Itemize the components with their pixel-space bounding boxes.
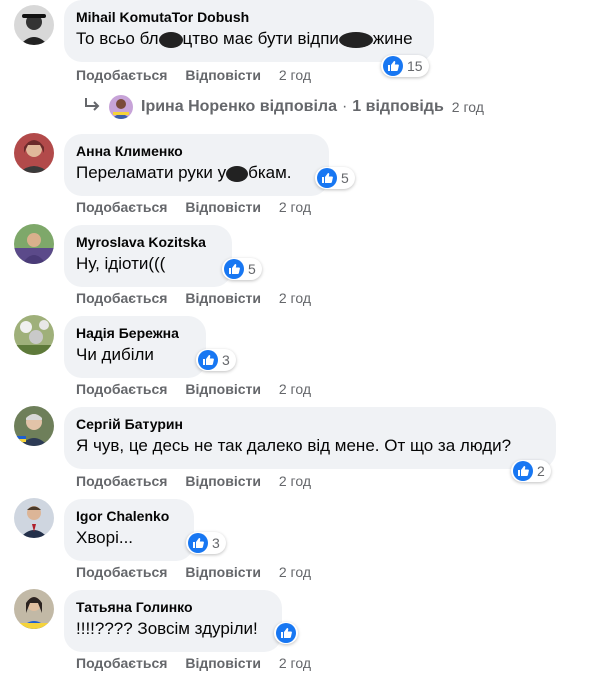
reaction-count-value: 15 bbox=[407, 58, 423, 74]
like-button[interactable]: Подобається bbox=[76, 381, 167, 397]
comment-actions: Подобається Відповісти 2 год bbox=[76, 655, 325, 671]
avatar[interactable] bbox=[14, 498, 54, 538]
like-reaction-icon bbox=[276, 623, 296, 643]
reply-button[interactable]: Відповісти bbox=[185, 199, 261, 215]
timestamp[interactable]: 2 год bbox=[279, 199, 311, 215]
redaction-mark bbox=[338, 31, 373, 48]
comment-bubble: Сергій Батурин Я чув, це десь не так дал… bbox=[64, 407, 556, 469]
comment-text: То всьо бл цтво має бути відпи жине bbox=[76, 28, 422, 50]
comment-bubble: Анна Клименко Переламати руки у бкам. bbox=[64, 134, 329, 196]
timestamp: 2 год bbox=[451, 99, 484, 115]
like-button[interactable]: Подобається bbox=[76, 564, 167, 580]
reply-button[interactable]: Відповісти bbox=[185, 473, 261, 489]
like-button[interactable]: Подобається bbox=[76, 199, 167, 215]
comment-bubble: Татьяна Голинко !!!!???? Зовсім здуріли! bbox=[64, 590, 282, 652]
reply-button[interactable]: Відповісти bbox=[185, 655, 261, 671]
reply-author: Ірина Норенко відповіла bbox=[141, 98, 337, 115]
comment-text: Переламати руки у бкам. bbox=[76, 162, 317, 184]
reaction-count[interactable]: 3 bbox=[196, 349, 236, 371]
comment-author[interactable]: Сергій Батурин bbox=[76, 415, 544, 433]
separator: · bbox=[341, 98, 348, 115]
avatar[interactable] bbox=[14, 315, 54, 355]
comment-text: !!!!???? Зовсім здуріли! bbox=[76, 619, 258, 638]
comment-bubble: Mihail KomutaTor Dobush То всьо бл цтво м… bbox=[64, 0, 434, 62]
reaction-count[interactable]: 5 bbox=[315, 167, 355, 189]
comment-text-part: бкам. bbox=[248, 163, 292, 182]
reaction-count-value: 2 bbox=[537, 463, 545, 479]
comment-actions: Подобається Відповісти 2 год bbox=[76, 381, 325, 397]
avatar bbox=[109, 95, 133, 119]
timestamp[interactable]: 2 год bbox=[279, 290, 311, 306]
reply-count: 1 відповідь bbox=[352, 98, 444, 115]
like-button[interactable]: Подобається bbox=[76, 655, 167, 671]
comment-actions: Подобається Відповісти 2 год bbox=[76, 67, 325, 83]
comment-actions: Подобається Відповісти 2 год bbox=[76, 564, 325, 580]
reply-thread-link[interactable]: Ірина Норенко відповіла · 1 відповідь 2 … bbox=[83, 95, 484, 119]
timestamp[interactable]: 2 год bbox=[279, 655, 311, 671]
like-reaction-icon bbox=[224, 259, 244, 279]
comment-text: Ну, ідіоти((( bbox=[76, 254, 166, 273]
comment-text-part: цтво має бути відпи bbox=[182, 29, 339, 48]
redaction-mark bbox=[226, 165, 249, 182]
reply-button[interactable]: Відповісти bbox=[185, 381, 261, 397]
like-reaction-icon bbox=[198, 350, 218, 370]
reaction-count[interactable] bbox=[274, 622, 298, 644]
reaction-count-value: 5 bbox=[248, 261, 256, 277]
comment-text-part: То всьо бл bbox=[76, 29, 159, 48]
comment-actions: Подобається Відповісти 2 год bbox=[76, 290, 325, 306]
reaction-count[interactable]: 5 bbox=[222, 258, 262, 280]
comment-text-part: Переламати руки у bbox=[76, 163, 227, 182]
comment-text: Хворі... bbox=[76, 528, 134, 547]
like-reaction-icon bbox=[188, 533, 208, 553]
comment-author[interactable]: Myroslava Kozitska bbox=[76, 233, 220, 251]
timestamp[interactable]: 2 год bbox=[279, 564, 311, 580]
like-reaction-icon bbox=[513, 461, 533, 481]
timestamp[interactable]: 2 год bbox=[279, 473, 311, 489]
like-button[interactable]: Подобається bbox=[76, 290, 167, 306]
avatar[interactable] bbox=[14, 5, 54, 45]
comment-bubble: Igor Chalenko Хворі... bbox=[64, 499, 194, 561]
reply-arrow-icon bbox=[83, 97, 101, 118]
reaction-count[interactable]: 15 bbox=[381, 55, 429, 77]
comment-text: Чи дибіли bbox=[76, 345, 154, 364]
reaction-count-value: 3 bbox=[222, 352, 230, 368]
like-button[interactable]: Подобається bbox=[76, 473, 167, 489]
comment-author[interactable]: Анна Клименко bbox=[76, 142, 317, 160]
timestamp[interactable]: 2 год bbox=[279, 67, 311, 83]
comment-author[interactable]: Mihail KomutaTor Dobush bbox=[76, 8, 422, 26]
comment-actions: Подобається Відповісти 2 год bbox=[76, 199, 325, 215]
comment-actions: Подобається Відповісти 2 год bbox=[76, 473, 325, 489]
avatar[interactable] bbox=[14, 589, 54, 629]
comment-text: Я чув, це десь не так далеко від мене. О… bbox=[76, 436, 512, 455]
comment-text-part: жине bbox=[372, 29, 413, 48]
comment-bubble: Myroslava Kozitska Ну, ідіоти((( bbox=[64, 225, 232, 287]
comment-author[interactable]: Татьяна Голинко bbox=[76, 598, 270, 616]
reaction-count[interactable]: 2 bbox=[511, 460, 551, 482]
like-button[interactable]: Подобається bbox=[76, 67, 167, 83]
comment-author[interactable]: Надія Бережна bbox=[76, 324, 194, 342]
comment-bubble: Надія Бережна Чи дибіли bbox=[64, 316, 206, 378]
reaction-count[interactable]: 3 bbox=[186, 532, 226, 554]
reaction-count-value: 3 bbox=[212, 535, 220, 551]
avatar[interactable] bbox=[14, 224, 54, 264]
reply-button[interactable]: Відповісти bbox=[185, 564, 261, 580]
avatar[interactable] bbox=[14, 133, 54, 173]
redaction-mark bbox=[158, 31, 183, 48]
reply-button[interactable]: Відповісти bbox=[185, 290, 261, 306]
like-reaction-icon bbox=[383, 56, 403, 76]
reaction-count-value: 5 bbox=[341, 170, 349, 186]
comment-author[interactable]: Igor Chalenko bbox=[76, 507, 182, 525]
reply-button[interactable]: Відповісти bbox=[185, 67, 261, 83]
timestamp[interactable]: 2 год bbox=[279, 381, 311, 397]
like-reaction-icon bbox=[317, 168, 337, 188]
avatar[interactable] bbox=[14, 406, 54, 446]
